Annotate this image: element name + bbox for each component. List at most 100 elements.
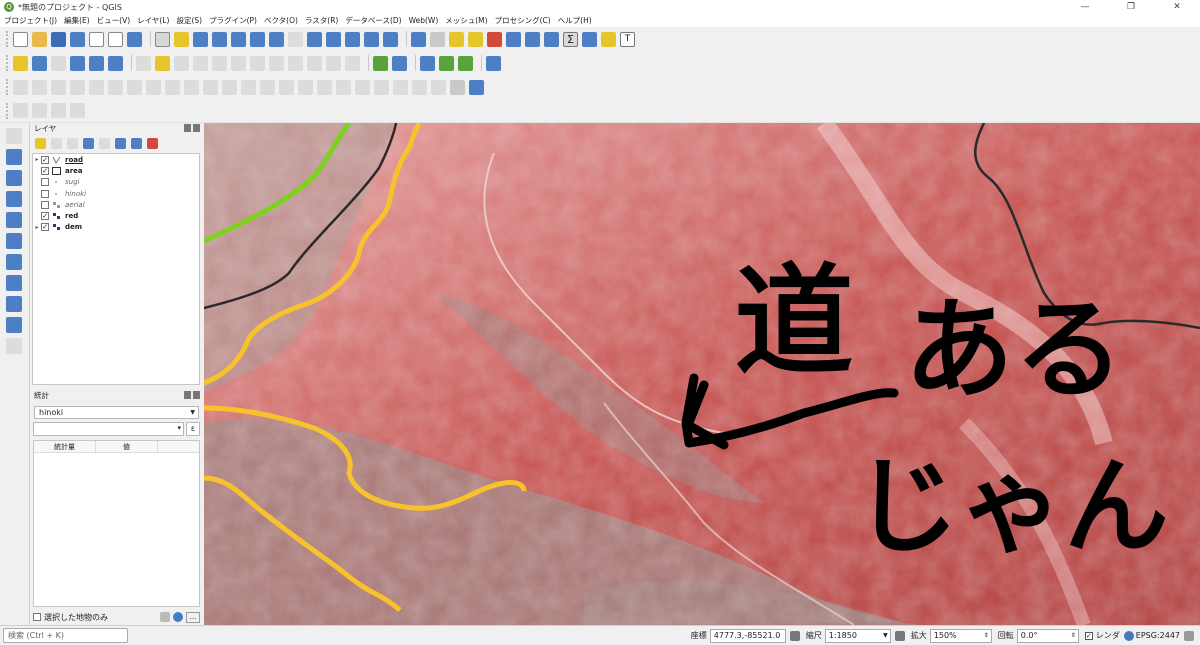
remove-layer-icon[interactable] — [147, 138, 158, 149]
new-bookmark-icon[interactable] — [345, 31, 360, 47]
crs-globe-icon[interactable] — [1123, 630, 1134, 641]
messages-icon[interactable] — [1184, 630, 1194, 641]
add-part-icon[interactable] — [203, 79, 218, 95]
add-delimited-text-icon[interactable] — [6, 191, 22, 207]
column-header-statistic[interactable]: 統計量 — [34, 441, 96, 452]
layer-checkbox[interactable] — [41, 212, 49, 221]
select-location-icon[interactable] — [70, 103, 85, 118]
layer-item-hinoki[interactable]: hinoki — [33, 188, 199, 199]
scale-select[interactable]: 1:1850 ▼ — [824, 628, 891, 643]
pan-map-icon[interactable] — [155, 31, 170, 47]
save-project-icon[interactable] — [51, 31, 66, 47]
layer-checkbox[interactable] — [41, 189, 49, 198]
digitize-shape-icon[interactable] — [13, 79, 28, 95]
split-parts-icon[interactable] — [336, 79, 351, 95]
rotation-spinbox[interactable]: 0.0° ⇕ — [1016, 628, 1079, 643]
expand-arrow-icon[interactable]: ▸ — [33, 156, 41, 163]
layer-checkbox[interactable] — [41, 178, 49, 187]
layer-item-area[interactable]: area — [33, 165, 199, 176]
measure-icon[interactable] — [582, 31, 597, 47]
current-edits-icon[interactable] — [155, 55, 170, 71]
save-edits-icon[interactable] — [174, 55, 189, 71]
actions-icon[interactable] — [430, 31, 445, 47]
qgis2web-icon[interactable] — [392, 55, 407, 71]
polygon-tool-icon[interactable] — [89, 79, 104, 95]
copy-icon[interactable] — [160, 612, 170, 622]
float-panel-icon[interactable] — [184, 124, 191, 132]
toggle-extents-icon[interactable] — [789, 630, 800, 641]
maximize-button[interactable]: ❐ — [1108, 2, 1154, 12]
grid-snap-icon[interactable] — [450, 79, 465, 95]
column-header-value[interactable]: 値 — [96, 441, 158, 452]
menu-web[interactable]: Web(W) — [409, 16, 439, 25]
layer-item-aerial[interactable]: aerial — [33, 199, 199, 210]
circle-tool-icon[interactable] — [32, 79, 47, 95]
menu-vector[interactable]: ベクタ(O) — [264, 15, 298, 26]
add-virtual-layer-icon[interactable] — [6, 233, 22, 249]
refresh-icon[interactable] — [173, 612, 183, 622]
deselect-icon[interactable] — [487, 31, 502, 47]
select-freehand-icon[interactable] — [51, 103, 66, 118]
refresh-icon[interactable] — [383, 31, 398, 47]
offset-curve-icon[interactable] — [298, 79, 313, 95]
coordinate-field[interactable]: 4777.3,-85521.0 — [709, 628, 786, 643]
close-button[interactable]: ✕ — [1154, 2, 1200, 12]
add-wms-icon[interactable] — [6, 275, 22, 291]
new-project-icon[interactable] — [13, 31, 28, 47]
add-spatialite-icon[interactable] — [6, 212, 22, 228]
fill-ring-icon[interactable] — [222, 79, 237, 95]
add-wfs-icon[interactable] — [6, 296, 22, 312]
paste-icon[interactable] — [307, 55, 322, 71]
expand-arrow-icon[interactable]: ▸ — [33, 224, 41, 231]
add-mesh-layer-icon[interactable] — [6, 170, 22, 186]
text-annotation-icon[interactable]: T — [620, 31, 635, 47]
zoom-last-icon[interactable] — [307, 31, 322, 47]
cut-icon[interactable] — [269, 55, 284, 71]
delete-selected-icon[interactable] — [250, 55, 265, 71]
digitize-icon[interactable] — [70, 55, 85, 71]
layer-item-dem[interactable]: ▸ dem — [33, 222, 199, 233]
expand-all-icon[interactable] — [115, 138, 126, 149]
menu-plugins[interactable]: プラグイン(P) — [209, 15, 257, 26]
pan-to-selection-icon[interactable] — [174, 31, 189, 47]
menu-view[interactable]: ビュー(V) — [97, 15, 130, 26]
move-feature-icon[interactable] — [108, 79, 123, 95]
minimize-button[interactable]: — — [1062, 2, 1108, 12]
copy-icon[interactable] — [288, 55, 303, 71]
layout-manager-icon[interactable] — [108, 31, 123, 47]
crs-status[interactable]: EPSG:2447 — [1136, 631, 1180, 640]
manage-visibility-icon[interactable] — [67, 138, 78, 149]
show-bookmarks-icon[interactable] — [364, 31, 379, 47]
layer-item-road[interactable]: ▸ road — [33, 154, 199, 165]
add-raster-layer-icon[interactable] — [6, 149, 22, 165]
offset-point-icon[interactable] — [412, 79, 427, 95]
simplify-icon[interactable] — [165, 79, 180, 95]
select-by-value-icon[interactable] — [468, 31, 483, 47]
grass-icon[interactable] — [373, 55, 388, 71]
redo-icon[interactable] — [345, 55, 360, 71]
new-print-layout-icon[interactable] — [89, 31, 104, 47]
select-by-polygon-icon[interactable] — [13, 103, 28, 118]
menu-edit[interactable]: 編集(E) — [64, 15, 90, 26]
trim-extend-icon[interactable] — [431, 79, 446, 95]
zoom-layer-icon[interactable] — [269, 31, 284, 47]
layer-checkbox[interactable] — [41, 166, 49, 175]
zoom-out-icon[interactable] — [212, 31, 227, 47]
expression-button[interactable]: ε — [186, 422, 200, 436]
layer-select[interactable]: hinoki ▼ — [34, 406, 199, 419]
modify-attributes-icon[interactable] — [231, 55, 246, 71]
selected-only-checkbox[interactable] — [33, 613, 41, 621]
delete-ring-icon[interactable] — [241, 79, 256, 95]
undo-icon[interactable] — [326, 55, 341, 71]
menu-processing[interactable]: プロセシング(C) — [495, 15, 551, 26]
menu-database[interactable]: データベース(D) — [345, 15, 401, 26]
add-wcs-icon[interactable] — [6, 317, 22, 333]
zoom-full-icon[interactable] — [231, 31, 246, 47]
menu-layer[interactable]: レイヤ(L) — [137, 15, 169, 26]
new-layer-icon[interactable] — [32, 55, 47, 71]
add-group-icon[interactable] — [51, 138, 62, 149]
lock-scale-icon[interactable] — [894, 630, 905, 641]
zoom-native-icon[interactable] — [288, 31, 303, 47]
help-icon[interactable] — [486, 55, 501, 71]
map-tips-icon[interactable] — [601, 31, 616, 47]
